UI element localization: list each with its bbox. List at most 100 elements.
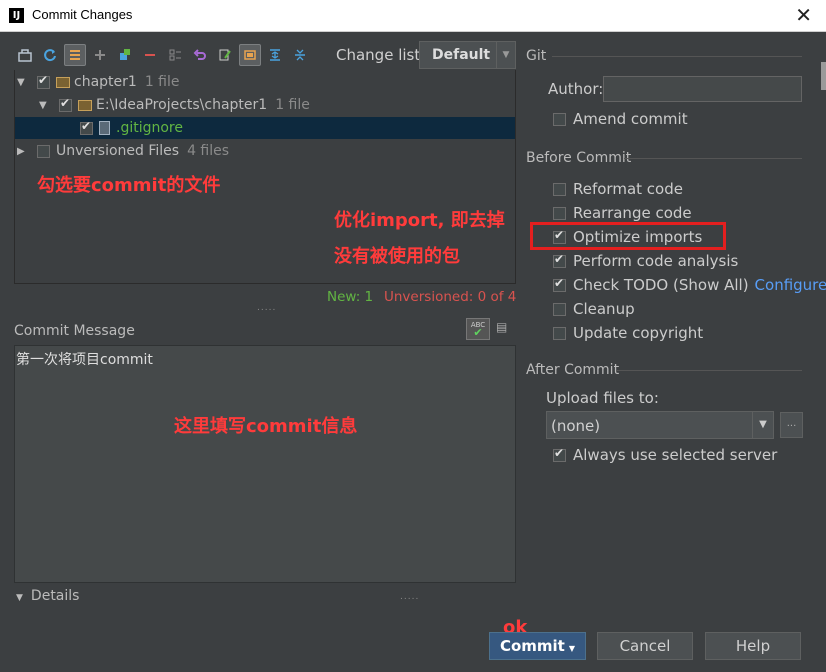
expand-arrow-icon[interactable]: ▼ xyxy=(17,77,29,88)
add-icon[interactable] xyxy=(89,44,111,66)
tree-row-count: 4 files xyxy=(187,143,230,159)
chevron-down-icon: ▼ xyxy=(16,593,23,603)
commit-button[interactable]: Commit ▼ xyxy=(489,632,586,660)
stats-unversioned[interactable]: Unversioned: 0 of 4 xyxy=(384,289,516,305)
configure-servers-button[interactable]: ... xyxy=(780,412,803,438)
configure-link[interactable]: Configure xyxy=(755,276,826,294)
spellcheck-icon[interactable]: ABC ✔ xyxy=(466,318,490,340)
amend-checkbox[interactable] xyxy=(553,112,566,126)
changelist-label: Change list: xyxy=(336,46,426,64)
after-commit-divider xyxy=(616,370,802,371)
message-history-icon[interactable]: ▤ xyxy=(496,320,512,336)
chevron-down-icon[interactable]: ▼ xyxy=(752,412,773,438)
tree-row-label: .gitignore xyxy=(116,120,183,136)
changelist-select[interactable]: Default ▼ xyxy=(419,41,516,69)
revert-icon[interactable] xyxy=(189,44,211,66)
edit-icon[interactable] xyxy=(214,44,236,66)
changelist-value: Default xyxy=(432,47,491,63)
author-input[interactable] xyxy=(603,76,802,102)
help-button[interactable]: Help xyxy=(705,632,801,660)
stats-new: New: 1 xyxy=(327,289,374,305)
reformat-code-option[interactable]: Reformat code xyxy=(553,180,683,198)
cleanup-checkbox[interactable] xyxy=(553,302,566,316)
refresh-icon[interactable] xyxy=(39,44,61,66)
move-icon[interactable] xyxy=(114,44,136,66)
after-commit-title: After Commit xyxy=(526,362,620,378)
amend-label: Amend commit xyxy=(573,110,688,128)
remove-icon[interactable] xyxy=(139,44,161,66)
option-label: Rearrange code xyxy=(573,204,692,222)
details-label: Details xyxy=(30,588,80,604)
tree-row-unversioned[interactable]: ▶ Unversioned Files 4 files xyxy=(17,140,229,162)
details-splitter-handle[interactable]: ..... xyxy=(400,592,419,602)
window-title: Commit Changes xyxy=(32,7,133,22)
git-section-title: Git xyxy=(526,48,547,64)
before-commit-divider xyxy=(624,158,802,159)
always-use-label: Always use selected server xyxy=(573,446,778,464)
annotation-select-files: 勾选要commit的文件 xyxy=(37,175,221,196)
upload-server-value: (none) xyxy=(551,417,601,435)
close-icon[interactable]: ✕ xyxy=(795,3,812,27)
tree-row-label: Unversioned Files xyxy=(56,143,180,159)
always-use-checkbox[interactable] xyxy=(553,446,566,462)
author-label: Author: xyxy=(548,80,604,98)
shelve-icon[interactable] xyxy=(164,44,186,66)
splitter-handle[interactable]: ..... xyxy=(257,303,276,313)
update-copyright-option[interactable]: Update copyright xyxy=(553,324,703,342)
folder-icon xyxy=(78,99,92,111)
tree-row-gitignore[interactable]: .gitignore xyxy=(15,117,515,139)
collapse-arrow-icon[interactable]: ▶ xyxy=(17,146,29,157)
chevron-down-icon[interactable]: ▼ xyxy=(496,42,515,68)
rearrange-checkbox[interactable] xyxy=(553,206,566,220)
copyright-checkbox[interactable] xyxy=(553,326,566,340)
upload-server-select[interactable]: (none) ▼ xyxy=(546,411,774,439)
expand-icon[interactable] xyxy=(264,44,286,66)
code-analysis-option[interactable]: Perform code analysis xyxy=(553,252,738,270)
check-todo-option[interactable]: Check TODO (Show All) Configure xyxy=(553,276,826,294)
annotation-optimize-line1: 优化import, 即去掉 xyxy=(334,210,505,231)
path-checkbox[interactable] xyxy=(59,96,72,112)
gitignore-checkbox[interactable] xyxy=(80,119,93,135)
file-icon xyxy=(99,121,110,135)
upload-files-label: Upload files to: xyxy=(546,389,659,407)
title-bar: IJ Commit Changes ✕ xyxy=(0,0,826,32)
chevron-down-icon: ▼ xyxy=(568,644,576,653)
chapter1-checkbox[interactable] xyxy=(37,73,50,89)
always-use-server-option[interactable]: Always use selected server xyxy=(553,446,777,464)
tree-row-count: 1 file xyxy=(144,74,180,90)
commit-message-input[interactable]: 第一次将项目commit xyxy=(14,345,516,583)
tree-row-label: chapter1 xyxy=(74,74,137,90)
changes-toolbar xyxy=(14,41,314,69)
annotation-fill-message: 这里填写commit信息 xyxy=(174,416,358,437)
intellij-app-icon: IJ xyxy=(9,8,24,23)
option-label: Perform code analysis xyxy=(573,252,739,270)
details-toggle[interactable]: ▼ Details xyxy=(16,588,79,604)
option-label: Reformat code xyxy=(573,180,683,198)
amend-commit-option[interactable]: Amend commit xyxy=(553,110,688,128)
code-analysis-checkbox[interactable] xyxy=(553,252,566,268)
tree-row-label: E:\IdeaProjects\chapter1 xyxy=(96,97,268,113)
option-label: Update copyright xyxy=(573,324,704,342)
unversioned-checkbox[interactable] xyxy=(37,144,50,158)
highlight-box xyxy=(530,222,726,250)
diff-icon[interactable] xyxy=(14,44,36,66)
tree-row-path[interactable]: ▼ E:\IdeaProjects\chapter1 1 file xyxy=(39,94,310,116)
reformat-checkbox[interactable] xyxy=(553,182,566,196)
option-label: Cleanup xyxy=(573,300,635,318)
collapse-icon[interactable] xyxy=(289,44,311,66)
window-edge-scrollbar[interactable] xyxy=(821,62,826,90)
cancel-button[interactable]: Cancel xyxy=(597,632,693,660)
commit-message-label: Commit Message xyxy=(14,323,135,339)
tree-row-chapter1[interactable]: ▼ chapter1 1 file xyxy=(17,71,180,93)
check-todo-checkbox[interactable] xyxy=(553,276,566,292)
git-divider xyxy=(552,56,802,57)
expand-arrow-icon[interactable]: ▼ xyxy=(39,100,51,111)
option-label: Check TODO (Show All) xyxy=(573,276,749,294)
rearrange-code-option[interactable]: Rearrange code xyxy=(553,204,692,222)
preview-icon[interactable] xyxy=(239,44,261,66)
module-folder-icon xyxy=(56,76,70,88)
before-commit-title: Before Commit xyxy=(526,150,632,166)
group-icon[interactable] xyxy=(64,44,86,66)
cleanup-option[interactable]: Cleanup xyxy=(553,300,635,318)
annotation-optimize-line2: 没有被使用的包 xyxy=(334,246,460,267)
